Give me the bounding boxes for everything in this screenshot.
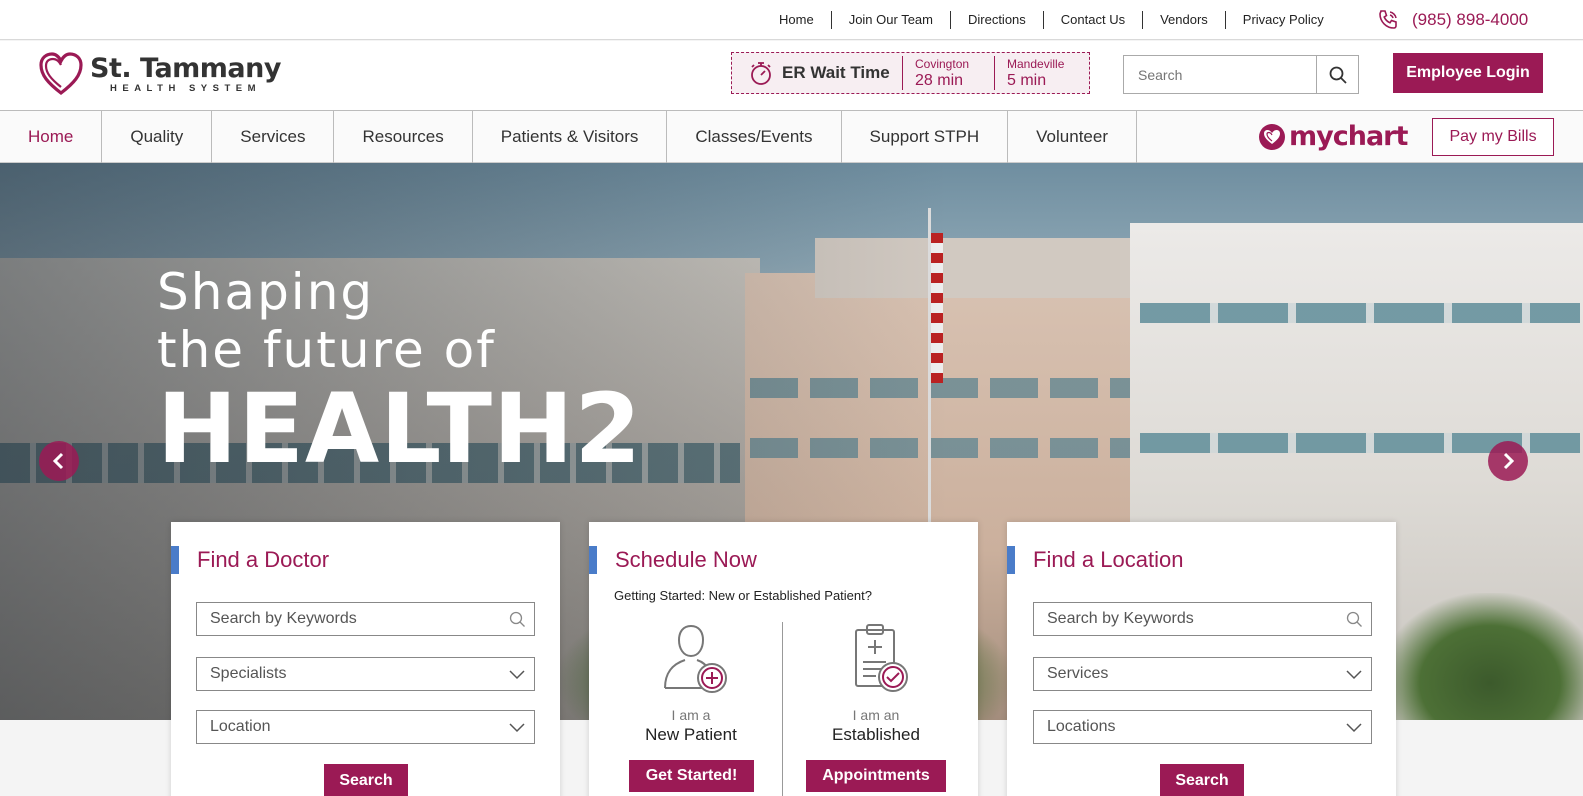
search-icon xyxy=(1329,66,1347,84)
locations-select[interactable]: Locations xyxy=(1033,710,1372,744)
location-select[interactable]: Location xyxy=(196,710,535,744)
main-nav: Home Quality Services Resources Patients… xyxy=(0,110,1583,163)
established-patient-prefix: I am an xyxy=(852,707,900,723)
logo-subtitle: HEALTH SYSTEM xyxy=(110,82,262,94)
utility-links: Home Join Our Team Directions Contact Us… xyxy=(762,0,1341,40)
established-patient-label: Established xyxy=(832,725,920,744)
hero-line-3: HEALTH2 xyxy=(157,373,643,485)
clipboard-check-icon xyxy=(855,624,908,692)
chevron-left-icon xyxy=(52,452,64,470)
services-select[interactable]: Services xyxy=(1033,657,1372,691)
schedule-now-card: Schedule Now Getting Started: New or Est… xyxy=(589,522,978,796)
util-link-contact-us[interactable]: Contact Us xyxy=(1042,11,1142,29)
find-location-title: Find a Location xyxy=(1007,546,1183,574)
er-location-mandeville: Mandeville 5 min xyxy=(994,56,1086,90)
location-keyword-placeholder: Search by Keywords xyxy=(1047,610,1194,627)
mychart-label: mychart xyxy=(1289,121,1408,152)
er-location-name: Covington xyxy=(915,56,970,71)
hero-line-2: the future of xyxy=(157,321,496,379)
locations-select-value: Locations xyxy=(1047,718,1116,735)
mychart-link[interactable]: mychart xyxy=(1258,121,1408,152)
nav-item-home[interactable]: Home xyxy=(0,111,103,163)
specialists-select-value: Specialists xyxy=(210,665,287,682)
nav-item-resources[interactable]: Resources xyxy=(334,111,473,163)
find-doctor-title: Find a Doctor xyxy=(171,546,329,574)
util-link-join-our-team[interactable]: Join Our Team xyxy=(830,11,950,29)
chevron-down-icon xyxy=(1346,723,1362,733)
new-patient-label: New Patient xyxy=(645,725,737,744)
doctor-keyword-placeholder: Search by Keywords xyxy=(210,610,357,627)
doctor-keyword-search[interactable]: Search by Keywords xyxy=(196,602,535,636)
chevron-right-icon xyxy=(1503,452,1515,470)
schedule-now-title: Schedule Now xyxy=(589,546,757,574)
er-location-covington: Covington 28 min xyxy=(902,56,994,90)
util-link-vendors[interactable]: Vendors xyxy=(1142,11,1225,29)
site-search-input[interactable] xyxy=(1124,56,1316,93)
phone-number: (985) 898-4000 xyxy=(1412,10,1529,29)
specialists-select[interactable]: Specialists xyxy=(196,657,535,691)
pay-bills-button[interactable]: Pay my Bills xyxy=(1432,118,1554,156)
phone-link[interactable]: (985) 898-4000 xyxy=(1376,8,1528,32)
find-location-card: Find a Location Search by Keywords Servi… xyxy=(1007,522,1396,796)
stopwatch-icon xyxy=(751,62,771,85)
site-search-button[interactable] xyxy=(1316,56,1358,93)
chevron-down-icon xyxy=(1346,670,1362,680)
appointments-button[interactable]: Appointments xyxy=(806,760,946,792)
site-header: St. Tammany HEALTH SYSTEM ER Wait Time C… xyxy=(0,41,1583,110)
nav-item-services[interactable]: Services xyxy=(212,111,335,163)
nav-item-volunteer[interactable]: Volunteer xyxy=(1008,111,1137,163)
find-doctor-search-button[interactable]: Search xyxy=(324,764,408,796)
carousel-next-button[interactable] xyxy=(1488,441,1528,481)
nav-item-support-stph[interactable]: Support STPH xyxy=(842,111,1009,163)
nav-item-quality[interactable]: Quality xyxy=(102,111,213,163)
services-select-value: Services xyxy=(1047,665,1109,682)
util-link-privacy-policy[interactable]: Privacy Policy xyxy=(1224,11,1341,29)
mychart-heart-icon xyxy=(1259,123,1285,150)
chevron-down-icon xyxy=(509,670,525,680)
heart-logo-icon xyxy=(39,52,83,96)
get-started-button[interactable]: Get Started! xyxy=(629,760,754,792)
er-location-time: 28 min xyxy=(915,71,964,89)
util-link-home[interactable]: Home xyxy=(762,11,831,29)
nav-item-patients-visitors[interactable]: Patients & Visitors xyxy=(473,111,668,163)
nav-item-classes-events[interactable]: Classes/Events xyxy=(667,111,842,163)
er-wait-time-widget: ER Wait Time Covington 28 min Mandeville… xyxy=(731,52,1090,94)
carousel-prev-button[interactable] xyxy=(39,441,79,481)
new-patient-prefix: I am a xyxy=(671,707,711,723)
hero-line-1: Shaping xyxy=(157,263,375,321)
site-logo[interactable]: St. Tammany HEALTH SYSTEM xyxy=(38,51,281,97)
find-doctor-card: Find a Doctor Search by Keywords Special… xyxy=(171,522,560,796)
util-link-directions[interactable]: Directions xyxy=(949,11,1043,29)
er-location-time: 5 min xyxy=(1007,71,1047,89)
established-patient-option[interactable]: I am an Established xyxy=(786,622,966,745)
site-search xyxy=(1123,55,1359,94)
schedule-divider xyxy=(782,622,783,796)
new-patient-option[interactable]: I am a New Patient xyxy=(601,622,781,745)
phone-icon xyxy=(1379,10,1397,29)
search-icon xyxy=(1346,611,1362,627)
employee-login-button[interactable]: Employee Login xyxy=(1393,53,1543,93)
location-keyword-search[interactable]: Search by Keywords xyxy=(1033,602,1372,636)
er-wait-title: ER Wait Time xyxy=(782,63,890,82)
search-icon xyxy=(509,611,525,627)
utility-bar: Home Join Our Team Directions Contact Us… xyxy=(0,0,1583,40)
schedule-subtitle: Getting Started: New or Established Pati… xyxy=(614,588,872,603)
hero-headline: Shaping the future of HEALTH2 xyxy=(157,263,642,479)
find-location-search-button[interactable]: Search xyxy=(1160,764,1244,796)
location-select-value: Location xyxy=(210,718,271,735)
logo-name: St. Tammany xyxy=(90,52,281,84)
new-patient-icon xyxy=(664,624,727,693)
er-location-name: Mandeville xyxy=(1007,56,1065,71)
chevron-down-icon xyxy=(509,723,525,733)
